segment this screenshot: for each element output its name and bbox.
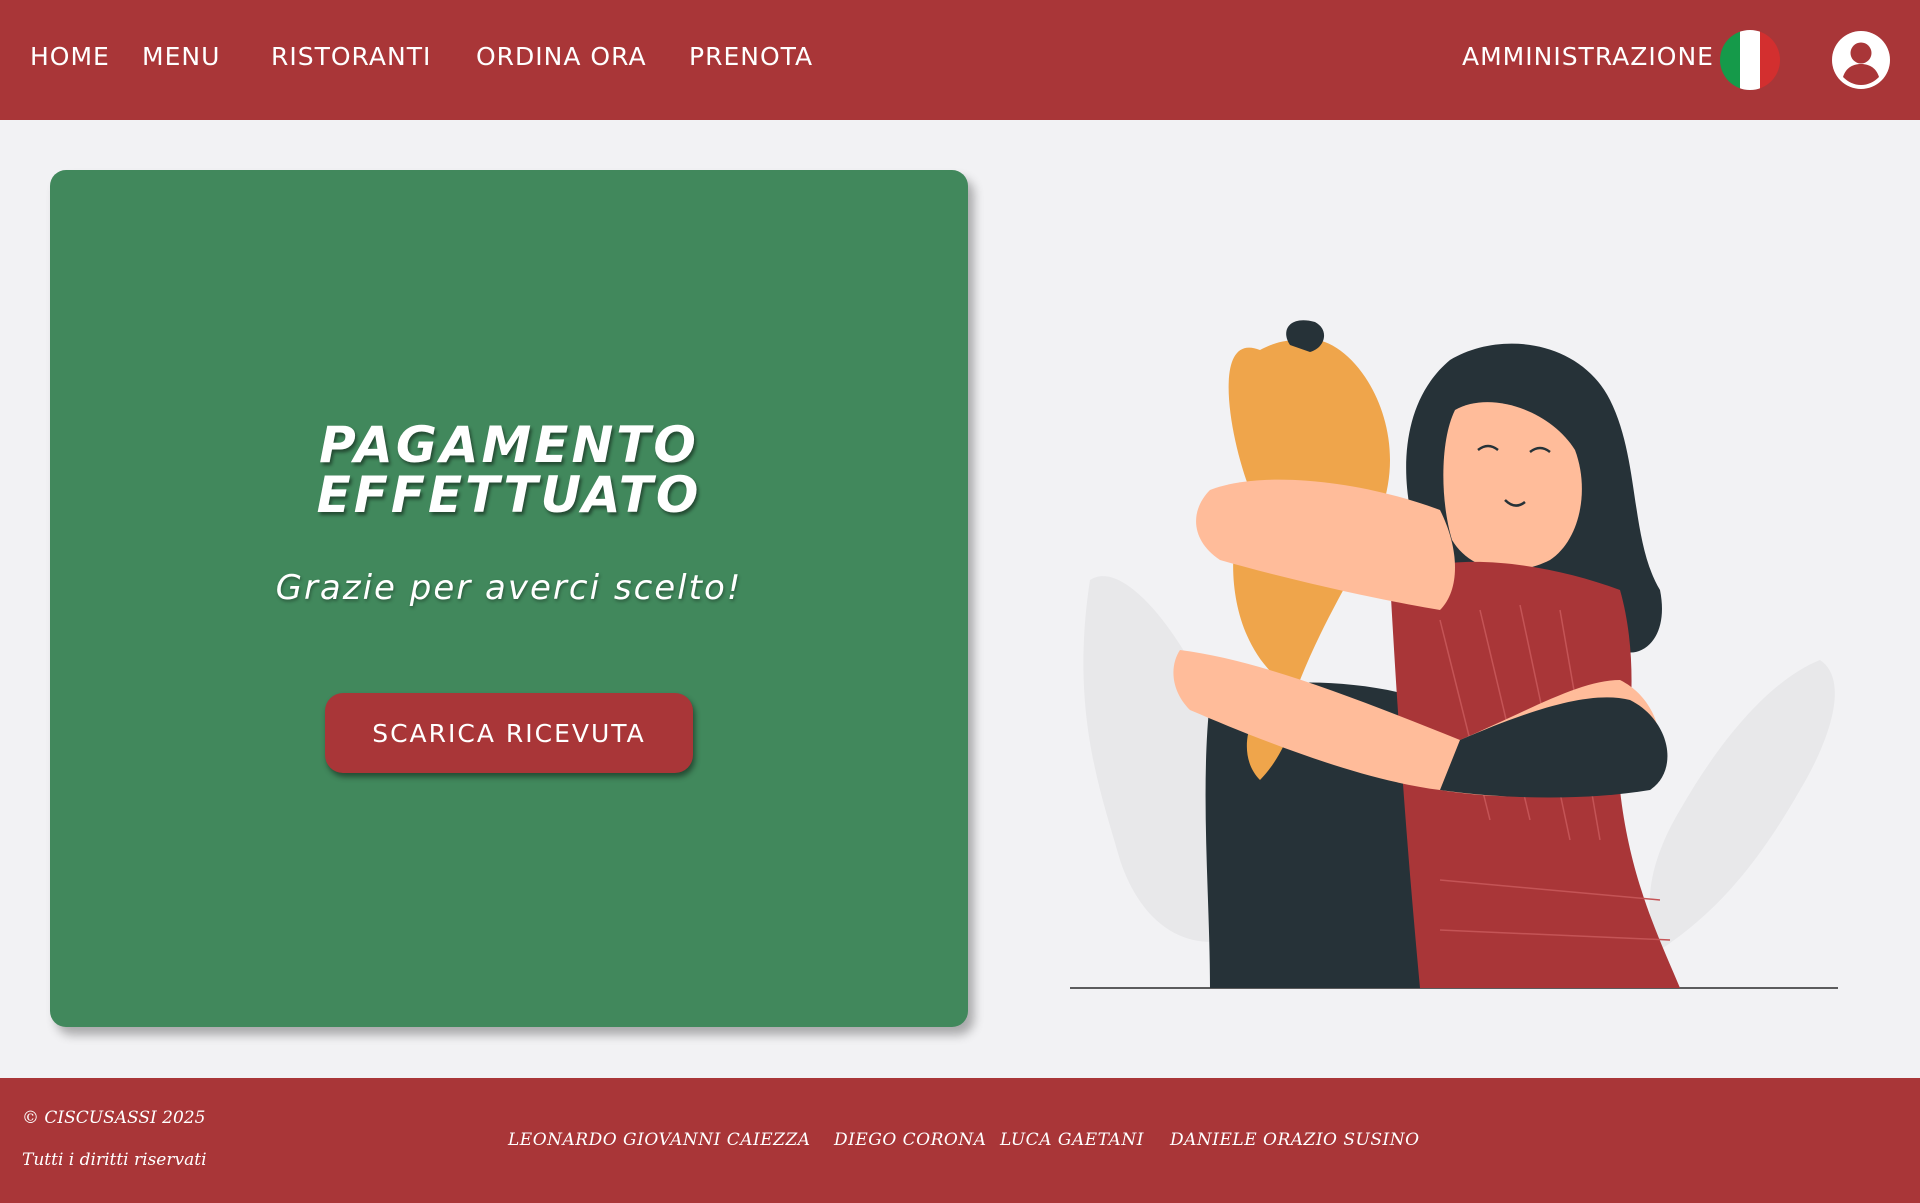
- nav-menu-link[interactable]: MENU: [142, 40, 220, 74]
- nav-amministrazione-link[interactable]: AMMINISTRAZIONE: [1462, 40, 1714, 74]
- user-circle-icon[interactable]: [1832, 31, 1890, 89]
- footer-copyright: © CISCUSASSI 2025: [22, 1108, 206, 1128]
- top-navbar: HOME MENU RISTORANTI ORDINA ORA PRENOTA …: [0, 0, 1920, 120]
- footer-credit-name: LEONARDO GIOVANNI CAIEZZA: [508, 1130, 811, 1150]
- leaf-right: [1649, 660, 1835, 950]
- payment-title-line1: PAGAMENTO: [319, 416, 699, 474]
- flag-red-stripe: [1760, 30, 1780, 90]
- footer-credit-name: DANIELE ORAZIO SUSINO: [1170, 1130, 1420, 1150]
- hugging-people-illustration: [1070, 320, 1838, 989]
- thank-you-message: Grazie per averci scelto!: [275, 568, 743, 608]
- footer-credit-name: LUCA GAETANI: [1000, 1130, 1144, 1150]
- footer-rights: Tutti i diritti riservati: [22, 1150, 207, 1170]
- nav-prenota-link[interactable]: PRENOTA: [689, 40, 813, 74]
- footer-credit-name: DIEGO CORONA: [834, 1130, 987, 1150]
- nav-home-link[interactable]: HOME: [30, 40, 110, 74]
- flag-white-stripe: [1740, 30, 1760, 90]
- payment-confirmation-card: PAGAMENTO EFFETTUATO Grazie per averci s…: [50, 170, 968, 1027]
- page-footer: © CISCUSASSI 2025 Tutti i diritti riserv…: [0, 1078, 1920, 1203]
- italian-flag-icon[interactable]: [1720, 30, 1780, 90]
- payment-title: PAGAMENTO EFFETTUATO: [50, 420, 968, 520]
- nav-ristoranti-link[interactable]: RISTORANTI: [271, 40, 431, 74]
- nav-ordina-ora-link[interactable]: ORDINA ORA: [476, 40, 647, 74]
- payment-title-line2: EFFETTUATO: [316, 466, 702, 524]
- download-receipt-button[interactable]: SCARICA RICEVUTA: [325, 693, 693, 773]
- flag-green-stripe: [1720, 30, 1740, 90]
